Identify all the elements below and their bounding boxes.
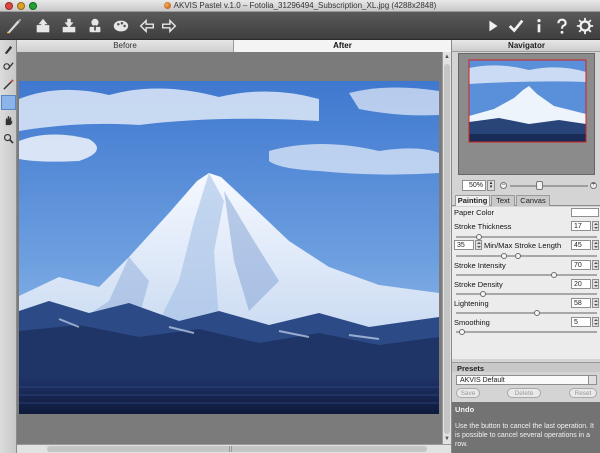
stroke-density-field[interactable]: 20 (571, 279, 591, 289)
lightening-stepper[interactable] (592, 298, 599, 308)
help-icon[interactable] (551, 15, 573, 37)
vertical-scroll-thumb[interactable] (444, 64, 450, 434)
settings-tabs: Painting Text Canvas (452, 195, 600, 206)
paper-color-label: Paper Color (454, 208, 495, 217)
smoothing-field[interactable]: 5 (571, 317, 591, 327)
help-text: Use the button to cancel the last operat… (455, 423, 594, 448)
horizontal-scroll-thumb[interactable] (47, 446, 427, 452)
window-title: AKVIS Pastel v.1.0 – Fotolia_31296494_Su… (0, 1, 600, 10)
stroke-intensity-stepper[interactable] (592, 260, 599, 270)
stroke-intensity-label: Stroke Intensity (454, 261, 506, 270)
help-title: Undo (455, 405, 475, 414)
window-title-bar: AKVIS Pastel v.1.0 – Fotolia_31296494_Su… (0, 0, 600, 12)
preset-save-button[interactable]: Save (456, 388, 480, 398)
settings-gear-icon[interactable] (574, 15, 596, 37)
stroke-length-max-field[interactable]: 45 (571, 240, 591, 250)
settings-panel: Navigator 50% ▴ ▾ − + Painting Text Canva… (451, 40, 600, 453)
vertical-scrollbar[interactable]: ▲ ▼ (442, 52, 451, 444)
presets-header: Presets (452, 362, 600, 373)
stroke-thickness-label: Stroke Thickness (454, 222, 512, 231)
smoothing-stepper[interactable] (592, 317, 599, 327)
help-panel: Undo Use the button to cancel the last o… (452, 402, 600, 453)
main-toolbar (0, 12, 600, 40)
stroke-length-min-knob[interactable] (501, 253, 508, 259)
undo-arrow-icon[interactable] (136, 15, 158, 37)
zoom-controls: 50% ▴ ▾ − + (452, 179, 600, 193)
navigator-title: Navigator (452, 40, 600, 52)
stroke-length-min-field[interactable]: 35 (454, 240, 474, 250)
save-file-icon[interactable] (58, 15, 80, 37)
preferences-palette-icon[interactable] (110, 15, 132, 37)
stroke-length-slider[interactable] (456, 255, 597, 257)
stroke-length-min-stepper[interactable] (475, 240, 482, 250)
stroke-thickness-stepper[interactable] (592, 221, 599, 231)
scroll-grip-icon (229, 446, 232, 452)
zoom-level-field[interactable]: 50% (462, 180, 486, 191)
navigator-preview[interactable] (458, 53, 595, 175)
lightening-knob[interactable] (533, 310, 540, 316)
open-file-icon[interactable] (32, 15, 54, 37)
info-icon[interactable] (528, 15, 550, 37)
preset-delete-button[interactable]: Delete (507, 388, 541, 398)
scroll-up-arrow-icon[interactable]: ▲ (443, 53, 451, 61)
tab-before[interactable]: Before (17, 40, 234, 52)
image-canvas[interactable] (17, 52, 442, 444)
stroke-intensity-slider[interactable] (456, 274, 597, 276)
run-play-icon[interactable] (482, 15, 504, 37)
hand-icon[interactable] (1, 113, 16, 128)
painting-settings: Paper Color Stroke Thickness 17 35 Min/M… (452, 207, 600, 359)
pastel-brush-icon[interactable] (1, 42, 16, 57)
tool-palette (0, 40, 17, 453)
lightening-slider[interactable] (456, 312, 597, 314)
stroke-intensity-field[interactable]: 70 (571, 260, 591, 270)
preset-dropdown[interactable]: AKVIS Default (456, 375, 597, 385)
smoothing-label: Smoothing (454, 318, 490, 327)
stroke-density-knob[interactable] (480, 291, 487, 297)
stroke-length-max-stepper[interactable] (592, 240, 599, 250)
stroke-density-label: Stroke Density (454, 280, 503, 289)
apply-check-icon[interactable] (505, 15, 527, 37)
zoom-stepper[interactable]: ▴ ▾ (487, 180, 495, 191)
tab-after[interactable]: After (234, 40, 451, 52)
pastel-mountain-image (19, 81, 439, 414)
preset-reset-button[interactable]: Reset (569, 388, 597, 398)
preset-selected-value: AKVIS Default (460, 377, 505, 384)
smoothing-slider[interactable] (456, 331, 597, 333)
lightening-label: Lightening (454, 299, 489, 308)
horizontal-scrollbar[interactable] (17, 444, 451, 453)
dropdown-arrow-icon (588, 376, 596, 384)
share-icon[interactable] (84, 15, 106, 37)
zoom-icon[interactable] (1, 131, 16, 146)
before-after-tabs: Before After (17, 40, 451, 52)
eraser-icon[interactable] (1, 77, 16, 92)
tab-canvas[interactable]: Canvas (516, 195, 550, 206)
stroke-density-stepper[interactable] (592, 279, 599, 289)
lightening-field[interactable]: 58 (571, 298, 591, 308)
zoom-slider-knob[interactable] (536, 181, 543, 190)
stroke-density-slider[interactable] (456, 293, 597, 295)
pastel-logo-icon (3, 15, 25, 37)
smoothing-knob[interactable] (459, 329, 466, 335)
redo-arrow-icon[interactable] (158, 15, 180, 37)
tab-text[interactable]: Text (491, 195, 515, 206)
tab-painting[interactable]: Painting (455, 195, 490, 206)
stroke-length-label: Min/Max Stroke Length (484, 241, 562, 250)
stroke-intensity-knob[interactable] (550, 272, 557, 278)
stroke-thickness-field[interactable]: 17 (571, 221, 591, 231)
zoom-slider[interactable] (510, 185, 588, 187)
zoom-in-icon[interactable]: + (590, 182, 597, 189)
scroll-down-arrow-icon[interactable]: ▼ (443, 435, 451, 443)
stroke-direction-icon[interactable] (1, 59, 16, 74)
presets-title: Presets (457, 364, 485, 373)
selection-tool-icon[interactable] (1, 95, 16, 110)
paper-color-swatch[interactable] (571, 208, 599, 217)
zoom-out-icon[interactable]: − (500, 182, 507, 189)
stroke-length-max-knob[interactable] (515, 253, 522, 259)
app-logo-icon (163, 2, 171, 9)
